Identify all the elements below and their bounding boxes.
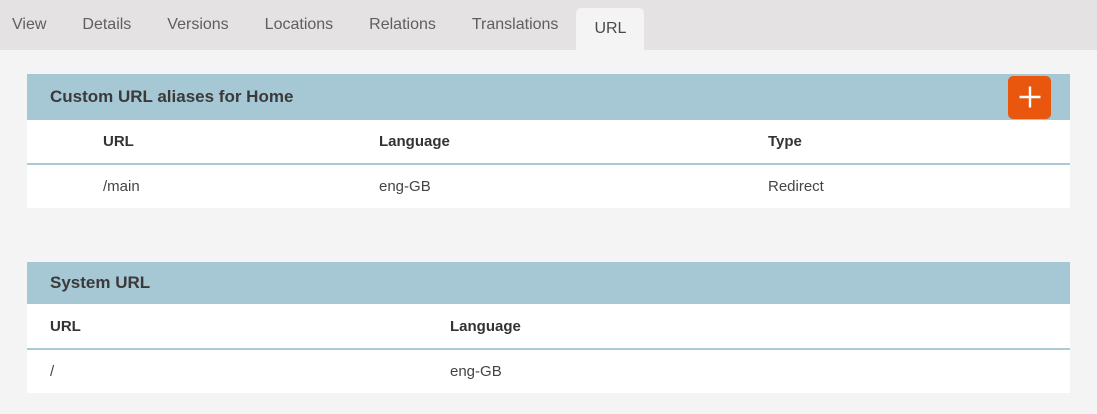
tab-view[interactable]: View — [0, 0, 64, 50]
column-header-language: Language — [367, 120, 756, 164]
table-header-row: URL Language Type — [27, 120, 1070, 164]
column-header-url: URL — [91, 120, 367, 164]
system-url-table: URL Language / eng-GB — [27, 304, 1070, 393]
custom-url-aliases-header: Custom URL aliases for Home — [27, 74, 1070, 120]
tab-details[interactable]: Details — [64, 0, 149, 50]
table-row: / eng-GB — [27, 349, 1070, 393]
custom-url-aliases-table: URL Language Type /main eng-GB Redirect — [27, 120, 1070, 208]
tab-url[interactable]: URL — [576, 8, 644, 50]
plus-icon — [1016, 83, 1044, 111]
column-header-empty — [27, 120, 91, 164]
column-header-language: Language — [438, 304, 1070, 349]
cell-empty — [27, 164, 91, 208]
cell-type: Redirect — [756, 164, 1070, 208]
cell-url: /main — [91, 164, 367, 208]
content-tab-bar: View Details Versions Locations Relation… — [0, 0, 1097, 50]
url-tab-content: Custom URL aliases for Home URL Language — [0, 50, 1097, 393]
column-header-url: URL — [27, 304, 438, 349]
tab-locations[interactable]: Locations — [247, 0, 352, 50]
custom-url-aliases-panel: Custom URL aliases for Home URL Language — [27, 74, 1070, 208]
system-url-header: System URL — [27, 262, 1070, 304]
tab-relations[interactable]: Relations — [351, 0, 454, 50]
custom-url-aliases-title: Custom URL aliases for Home — [50, 87, 293, 107]
cell-language: eng-GB — [438, 349, 1070, 393]
cell-url: / — [27, 349, 438, 393]
cell-language: eng-GB — [367, 164, 756, 208]
tab-versions[interactable]: Versions — [149, 0, 246, 50]
tab-translations[interactable]: Translations — [454, 0, 577, 50]
table-header-row: URL Language — [27, 304, 1070, 349]
table-row: /main eng-GB Redirect — [27, 164, 1070, 208]
system-url-title: System URL — [50, 273, 150, 293]
add-url-alias-button[interactable] — [1008, 76, 1051, 119]
column-header-type: Type — [756, 120, 1070, 164]
system-url-panel: System URL URL Language / eng-GB — [27, 262, 1070, 393]
